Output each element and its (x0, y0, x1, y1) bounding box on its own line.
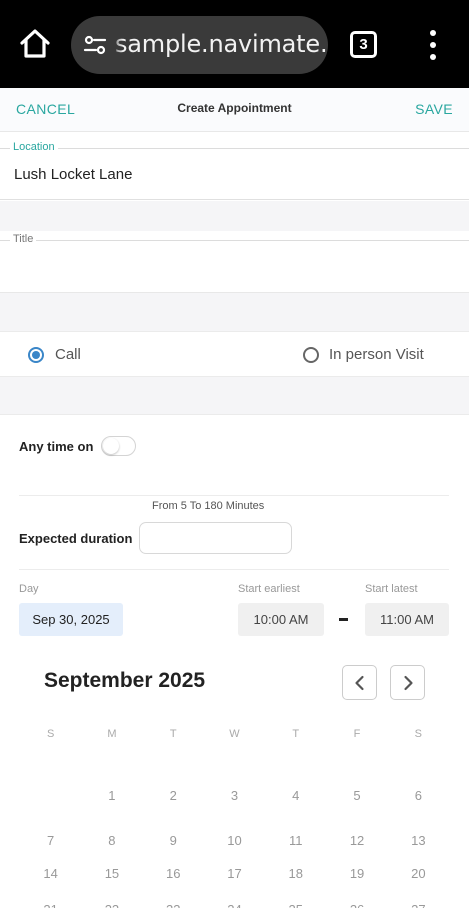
start-latest-label: Start latest (365, 583, 418, 595)
divider (19, 569, 449, 570)
calendar-day[interactable]: 14 (20, 866, 81, 902)
field-border (0, 148, 469, 149)
tab-switcher-button[interactable]: 3 (350, 31, 377, 58)
calendar-day[interactable]: 11 (265, 833, 326, 866)
range-dash (339, 618, 348, 621)
calendar-grid: S M T W T F S 1 2 3 4 5 6 7 8 9 10 11 12… (20, 728, 449, 908)
day-label: Day (19, 583, 39, 595)
calendar-week: 7 8 9 10 11 12 13 (20, 829, 449, 866)
calendar-week: 14 15 16 17 18 19 20 (20, 866, 449, 902)
calendar-day[interactable]: 10 (204, 833, 265, 866)
calendar-day[interactable]: 23 (143, 902, 204, 908)
section-gap (0, 201, 469, 231)
weekday-label: S (414, 728, 422, 740)
title-label: Title (10, 233, 37, 245)
calendar-day[interactable]: 18 (265, 866, 326, 902)
app-header: CANCEL Create Appointment SAVE (0, 88, 469, 132)
calendar-day[interactable]: 15 (81, 866, 142, 902)
location-field[interactable]: Location Lush Locket Lane (0, 132, 469, 201)
chevron-left-icon (355, 675, 364, 691)
duration-label: Expected duration (19, 531, 133, 546)
calendar-next-button[interactable] (390, 665, 425, 700)
save-button[interactable]: SAVE (415, 101, 453, 117)
title-field[interactable]: Title (0, 231, 469, 293)
calendar-prev-button[interactable] (342, 665, 377, 700)
start-earliest-picker[interactable]: 10:00 AM (238, 603, 324, 636)
calendar-day[interactable]: 12 (326, 833, 387, 866)
radio-in-person-label[interactable]: In person Visit (329, 346, 424, 363)
weekday-label: M (107, 728, 117, 740)
calendar-day[interactable]: 2 (143, 788, 204, 829)
radio-in-person[interactable] (303, 347, 319, 363)
calendar-day[interactable]: 4 (265, 788, 326, 829)
tune-icon[interactable] (83, 34, 107, 56)
calendar-day[interactable]: 16 (143, 866, 204, 902)
calendar-day[interactable]: 20 (388, 866, 449, 902)
calendar-day[interactable]: 8 (81, 833, 142, 866)
visit-type-group: Call In person Visit (0, 331, 469, 377)
chevron-right-icon (404, 675, 413, 691)
weekday-header: S M T W T F S (20, 728, 449, 768)
calendar-month-title: September 2025 (44, 669, 206, 692)
calendar-day[interactable]: 1 (81, 788, 142, 829)
calendar-day[interactable]: 24 (204, 902, 265, 908)
calendar-week: 1 2 3 4 5 6 (20, 768, 449, 829)
calendar-day[interactable] (20, 788, 81, 829)
calendar-day[interactable]: 26 (326, 902, 387, 908)
radio-call[interactable] (28, 347, 44, 363)
location-value[interactable]: Lush Locket Lane (14, 166, 132, 183)
calendar-day[interactable]: 5 (326, 788, 387, 829)
section-gap (0, 377, 469, 415)
page-title: Create Appointment (177, 101, 292, 115)
calendar-day[interactable]: 27 (388, 902, 449, 908)
calendar-day[interactable]: 7 (20, 833, 81, 866)
calendar-day[interactable]: 17 (204, 866, 265, 902)
browser-toolbar: sample.navimate.io 3 (0, 0, 469, 88)
more-vert-icon[interactable] (425, 30, 441, 60)
radio-call-label[interactable]: Call (55, 346, 81, 363)
calendar-day[interactable]: 21 (20, 902, 81, 908)
calendar-day[interactable]: 19 (326, 866, 387, 902)
any-time-label: Any time on (19, 439, 94, 454)
field-border (0, 199, 469, 200)
calendar-day[interactable]: 6 (388, 788, 449, 829)
calendar-day[interactable]: 25 (265, 902, 326, 908)
url-fade (109, 16, 123, 74)
calendar-day[interactable]: 13 (388, 833, 449, 866)
duration-input[interactable] (139, 522, 292, 554)
weekday-label: S (46, 728, 55, 740)
day-picker[interactable]: Sep 30, 2025 (19, 603, 123, 636)
home-icon[interactable] (18, 27, 52, 61)
location-label: Location (10, 141, 58, 153)
section-gap (0, 293, 469, 331)
weekday-label: T (169, 728, 177, 740)
duration-hint: From 5 To 180 Minutes (152, 500, 265, 512)
calendar-day[interactable]: 3 (204, 788, 265, 829)
weekday-label: T (292, 728, 300, 740)
weekday-label: F (353, 728, 361, 740)
url-bar[interactable]: sample.navimate.io (71, 16, 328, 74)
field-border (0, 240, 469, 241)
any-time-toggle[interactable] (101, 436, 136, 456)
start-earliest-label: Start earliest (238, 583, 300, 595)
start-latest-picker[interactable]: 11:00 AM (365, 603, 449, 636)
divider (19, 495, 449, 496)
url-text[interactable]: sample.navimate.io (115, 30, 328, 58)
calendar-day[interactable]: 22 (81, 902, 142, 908)
calendar-week: 21 22 23 24 25 26 27 (20, 902, 449, 908)
calendar-day[interactable]: 9 (143, 833, 204, 866)
weekday-label: W (229, 728, 240, 740)
